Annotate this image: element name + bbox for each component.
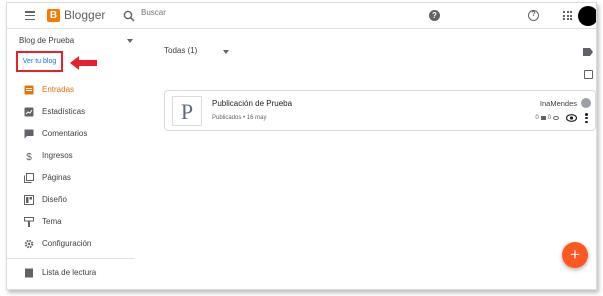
sidebar-item-theme[interactable]: Tema [7, 213, 137, 231]
sidebar-item-posts[interactable]: Entradas [7, 81, 137, 99]
sidebar-item-stats[interactable]: Estadísticas [7, 103, 137, 121]
posts-icon [24, 85, 34, 95]
sidebar-item-label: Configuración [42, 239, 92, 248]
view-blog-link[interactable]: Ver tu blog [16, 51, 63, 72]
author-avatar [581, 98, 591, 108]
layout-icon [24, 195, 34, 205]
svg-text:$: $ [26, 152, 32, 161]
sidebar-item-label: Páginas [42, 173, 71, 182]
preview-eye-icon[interactable] [566, 114, 577, 122]
account-avatar[interactable] [578, 6, 596, 26]
comment-icon [540, 116, 546, 120]
comment-count: 0 [535, 115, 539, 121]
post-title[interactable]: Publicación de Prueba [212, 99, 292, 108]
red-arrow-icon [70, 56, 97, 70]
stats-icon [24, 107, 34, 117]
post-author: InaMendes [539, 99, 577, 108]
comments-icon [24, 129, 34, 139]
more-options-icon[interactable] [585, 113, 588, 123]
views-icon [553, 116, 559, 120]
post-stats: 0 0 [535, 115, 559, 121]
theme-icon [24, 217, 34, 227]
post-filter-dropdown[interactable]: Todas (1) [164, 46, 197, 55]
pages-icon [24, 173, 34, 183]
gear-icon [24, 239, 34, 249]
sidebar-item-earnings[interactable]: $ Ingresos [7, 147, 137, 165]
sidebar-item-label: Ingresos [42, 151, 73, 160]
sidebar-item-label: Estadísticas [42, 107, 86, 116]
post-thumbnail: P [172, 96, 202, 126]
sidebar-item-label: Tema [42, 217, 62, 226]
post-row[interactable]: P Publicación de Prueba Publicados • 16 … [164, 90, 596, 131]
sidebar-item-label: Diseño [42, 195, 67, 204]
apps-grid-icon[interactable] [563, 11, 572, 20]
sidebar-item-comments[interactable]: Comentarios [7, 125, 137, 143]
blogger-window: B Blogger ? ? Blog de Prueba Ver tu blog [6, 2, 597, 290]
post-status: Publicados • 16 may [212, 115, 267, 121]
brand-name[interactable]: Blogger [64, 8, 105, 22]
dollar-icon: $ [26, 152, 32, 161]
sidebar: Blog de Prueba Ver tu blog Entradas Esta… [7, 30, 137, 289]
top-bar: B Blogger ? ? [7, 3, 596, 29]
search-input[interactable] [141, 8, 401, 17]
sidebar-item-label: Lista de lectura [42, 268, 97, 277]
menu-icon[interactable] [25, 11, 35, 20]
bookmark-icon [25, 268, 33, 278]
sidebar-item-label: Entradas [42, 85, 75, 94]
label-icon[interactable] [583, 48, 593, 56]
blogger-logo-icon[interactable]: B [47, 9, 60, 22]
sidebar-item-layout[interactable]: Diseño [7, 191, 137, 209]
view-count: 0 [547, 115, 551, 121]
sidebar-item-pages[interactable]: Páginas [7, 169, 137, 187]
help-circle-icon[interactable]: ? [528, 10, 539, 21]
sidebar-item-settings[interactable]: Configuración [7, 235, 137, 253]
chevron-down-icon [127, 39, 133, 43]
sidebar-divider [7, 258, 135, 259]
sidebar-item-reading-list[interactable]: Lista de lectura [7, 264, 137, 282]
chevron-down-icon[interactable] [223, 50, 229, 54]
help-icon[interactable]: ? [429, 10, 440, 21]
blog-selector[interactable]: Blog de Prueba [19, 36, 133, 50]
select-all-checkbox[interactable] [584, 70, 593, 79]
new-post-button[interactable]: + [562, 242, 588, 268]
sidebar-item-label: Comentarios [42, 129, 88, 138]
search-icon[interactable] [123, 10, 135, 22]
blog-name: Blog de Prueba [19, 36, 75, 45]
